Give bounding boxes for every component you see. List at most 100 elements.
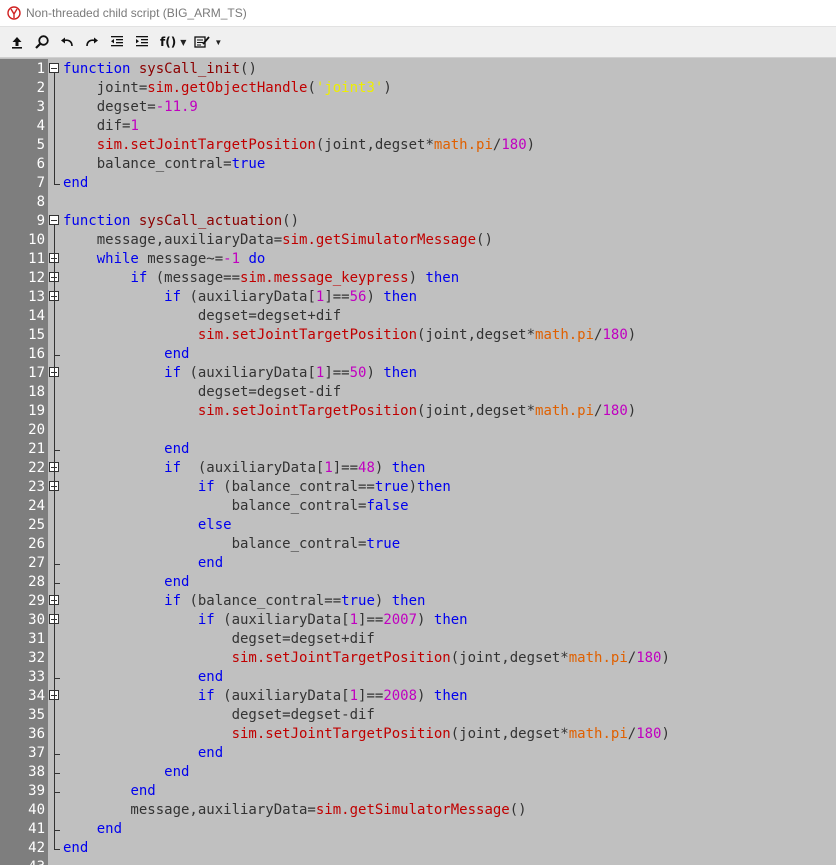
code-line[interactable]: 19 sim.setJointTargetPosition(joint,degs… — [0, 402, 836, 421]
redo-button[interactable] — [81, 31, 103, 53]
fold-end-marker — [54, 184, 60, 185]
code-line[interactable]: 14 degset=degset+dif — [0, 307, 836, 326]
code-line[interactable]: 23 if (balance_contral==true)then — [0, 478, 836, 497]
code-line[interactable]: 8 — [0, 193, 836, 212]
code-text: if (balance_contral==true) then — [63, 592, 425, 611]
code-line[interactable]: 22 if (auxiliaryData[1]==48) then — [0, 459, 836, 478]
code-line[interactable]: 9 function sysCall_actuation() — [0, 212, 836, 231]
code-line[interactable]: 43 — [0, 858, 836, 865]
code-token: sim.setJointTargetPosition — [96, 137, 316, 153]
code-token: ) — [627, 327, 637, 343]
code-line[interactable]: 32 sim.setJointTargetPosition(joint,degs… — [0, 649, 836, 668]
fold-guide-line — [54, 491, 55, 564]
functions-dropdown[interactable]: f() ▼ — [160, 35, 186, 49]
code-line[interactable]: 17 if (auxiliaryData[1]==50) then — [0, 364, 836, 383]
code-token: ) — [383, 80, 392, 96]
code-token: 180 — [501, 137, 527, 153]
code-token: ( — [307, 80, 316, 96]
script-snippets-dropdown[interactable]: ▼ — [192, 31, 224, 53]
code-token: 1 — [349, 612, 359, 628]
fold-toggle-icon[interactable] — [49, 215, 59, 225]
unindent-button[interactable] — [106, 31, 128, 53]
fold-guide-line — [54, 73, 55, 184]
line-number: 19 — [28, 403, 45, 419]
code-line[interactable]: 26 balance_contral=true — [0, 535, 836, 554]
code-line[interactable]: 36 sim.setJointTargetPosition(joint,degs… — [0, 725, 836, 744]
code-line[interactable]: 37 end — [0, 744, 836, 763]
code-token: end — [197, 555, 224, 571]
line-number: 36 — [28, 726, 45, 742]
code-line[interactable]: 41 end — [0, 820, 836, 839]
indent-button[interactable] — [131, 31, 153, 53]
code-line[interactable]: 3 degset=-11.9 — [0, 98, 836, 117]
fold-end-marker — [54, 754, 60, 755]
code-line[interactable]: 25 else — [0, 516, 836, 535]
code-token: if — [197, 612, 215, 628]
undo-button[interactable] — [56, 31, 78, 53]
code-line[interactable]: 20 — [0, 421, 836, 440]
code-line[interactable]: 12 if (message==sim.message_keypress) th… — [0, 269, 836, 288]
code-token: end — [197, 745, 224, 761]
code-line[interactable]: 7 end — [0, 174, 836, 193]
line-number: 42 — [28, 840, 45, 856]
code-token: end — [164, 441, 190, 457]
code-line[interactable]: 31 degset=degset+dif — [0, 630, 836, 649]
code-line[interactable]: 27 end — [0, 554, 836, 573]
line-number: 7 — [36, 175, 45, 191]
code-token: if — [164, 593, 182, 609]
code-line[interactable]: 11 while message~=-1 do — [0, 250, 836, 269]
code-token: balance_contral= — [63, 498, 367, 514]
line-number: 43 — [0, 858, 45, 865]
line-number: 25 — [28, 517, 45, 533]
code-line[interactable]: 21 end — [0, 440, 836, 459]
code-line[interactable]: 40 message,auxiliaryData=sim.getSimulato… — [0, 801, 836, 820]
line-number: 32 — [28, 650, 45, 666]
search-button[interactable] — [31, 31, 53, 53]
code-line[interactable]: 24 balance_contral=false — [0, 497, 836, 516]
code-token: (auxiliaryData[ — [181, 365, 316, 381]
apply-icon — [12, 37, 22, 49]
code-token: (joint,degset* — [315, 137, 434, 153]
code-line[interactable]: 34 if (auxiliaryData[1]==2008) then — [0, 687, 836, 706]
code-line[interactable]: 2 joint=sim.getObjectHandle('joint3') — [0, 79, 836, 98]
code-token: 180 — [602, 403, 628, 419]
code-line[interactable]: 30 if (auxiliaryData[1]==2007) then — [0, 611, 836, 630]
code-line[interactable]: 6 balance_contral=true — [0, 155, 836, 174]
code-editor[interactable]: 1 function sysCall_init() 2 joint=sim.getO… — [0, 59, 836, 865]
code-line[interactable]: 10 message,auxiliaryData=sim.getSimulato… — [0, 231, 836, 250]
code-text: balance_contral=true — [63, 155, 266, 174]
code-line[interactable]: 35 degset=degset-dif — [0, 706, 836, 725]
line-number: 16 — [28, 346, 45, 362]
code-line[interactable]: 13 if (auxiliaryData[1]==56) then — [0, 288, 836, 307]
code-line[interactable]: 18 degset=degset-dif — [0, 383, 836, 402]
code-text: message,auxiliaryData=sim.getSimulatorMe… — [63, 801, 526, 820]
code-line[interactable]: 29 if (balance_contral==true) then — [0, 592, 836, 611]
code-token: 1 — [349, 688, 359, 704]
code-token: true — [374, 479, 409, 495]
code-token: ) — [408, 270, 426, 286]
code-line[interactable]: 16 end — [0, 345, 836, 364]
code-line[interactable]: 4 dif=1 — [0, 117, 836, 136]
code-token: if — [197, 479, 215, 495]
code-line[interactable]: 1 function sysCall_init() — [0, 60, 836, 79]
code-text: end — [63, 345, 189, 364]
code-token: function — [63, 61, 131, 77]
code-token: 2007 — [383, 612, 418, 628]
code-text: degset=degset+dif — [63, 307, 341, 326]
code-line[interactable]: 5 sim.setJointTargetPosition(joint,degse… — [0, 136, 836, 155]
fold-toggle-icon[interactable] — [49, 63, 59, 73]
code-text: end — [63, 744, 223, 763]
code-line[interactable]: 15 sim.setJointTargetPosition(joint,degs… — [0, 326, 836, 345]
code-line[interactable]: 38 end — [0, 763, 836, 782]
code-line[interactable]: 28 end — [0, 573, 836, 592]
code-token: sim.setJointTargetPosition — [231, 650, 451, 666]
code-token: end — [164, 764, 190, 780]
apply-button[interactable] — [6, 31, 28, 53]
code-line[interactable]: 33 end — [0, 668, 836, 687]
code-line[interactable]: 39 end — [0, 782, 836, 801]
code-line[interactable]: 42 end — [0, 839, 836, 858]
